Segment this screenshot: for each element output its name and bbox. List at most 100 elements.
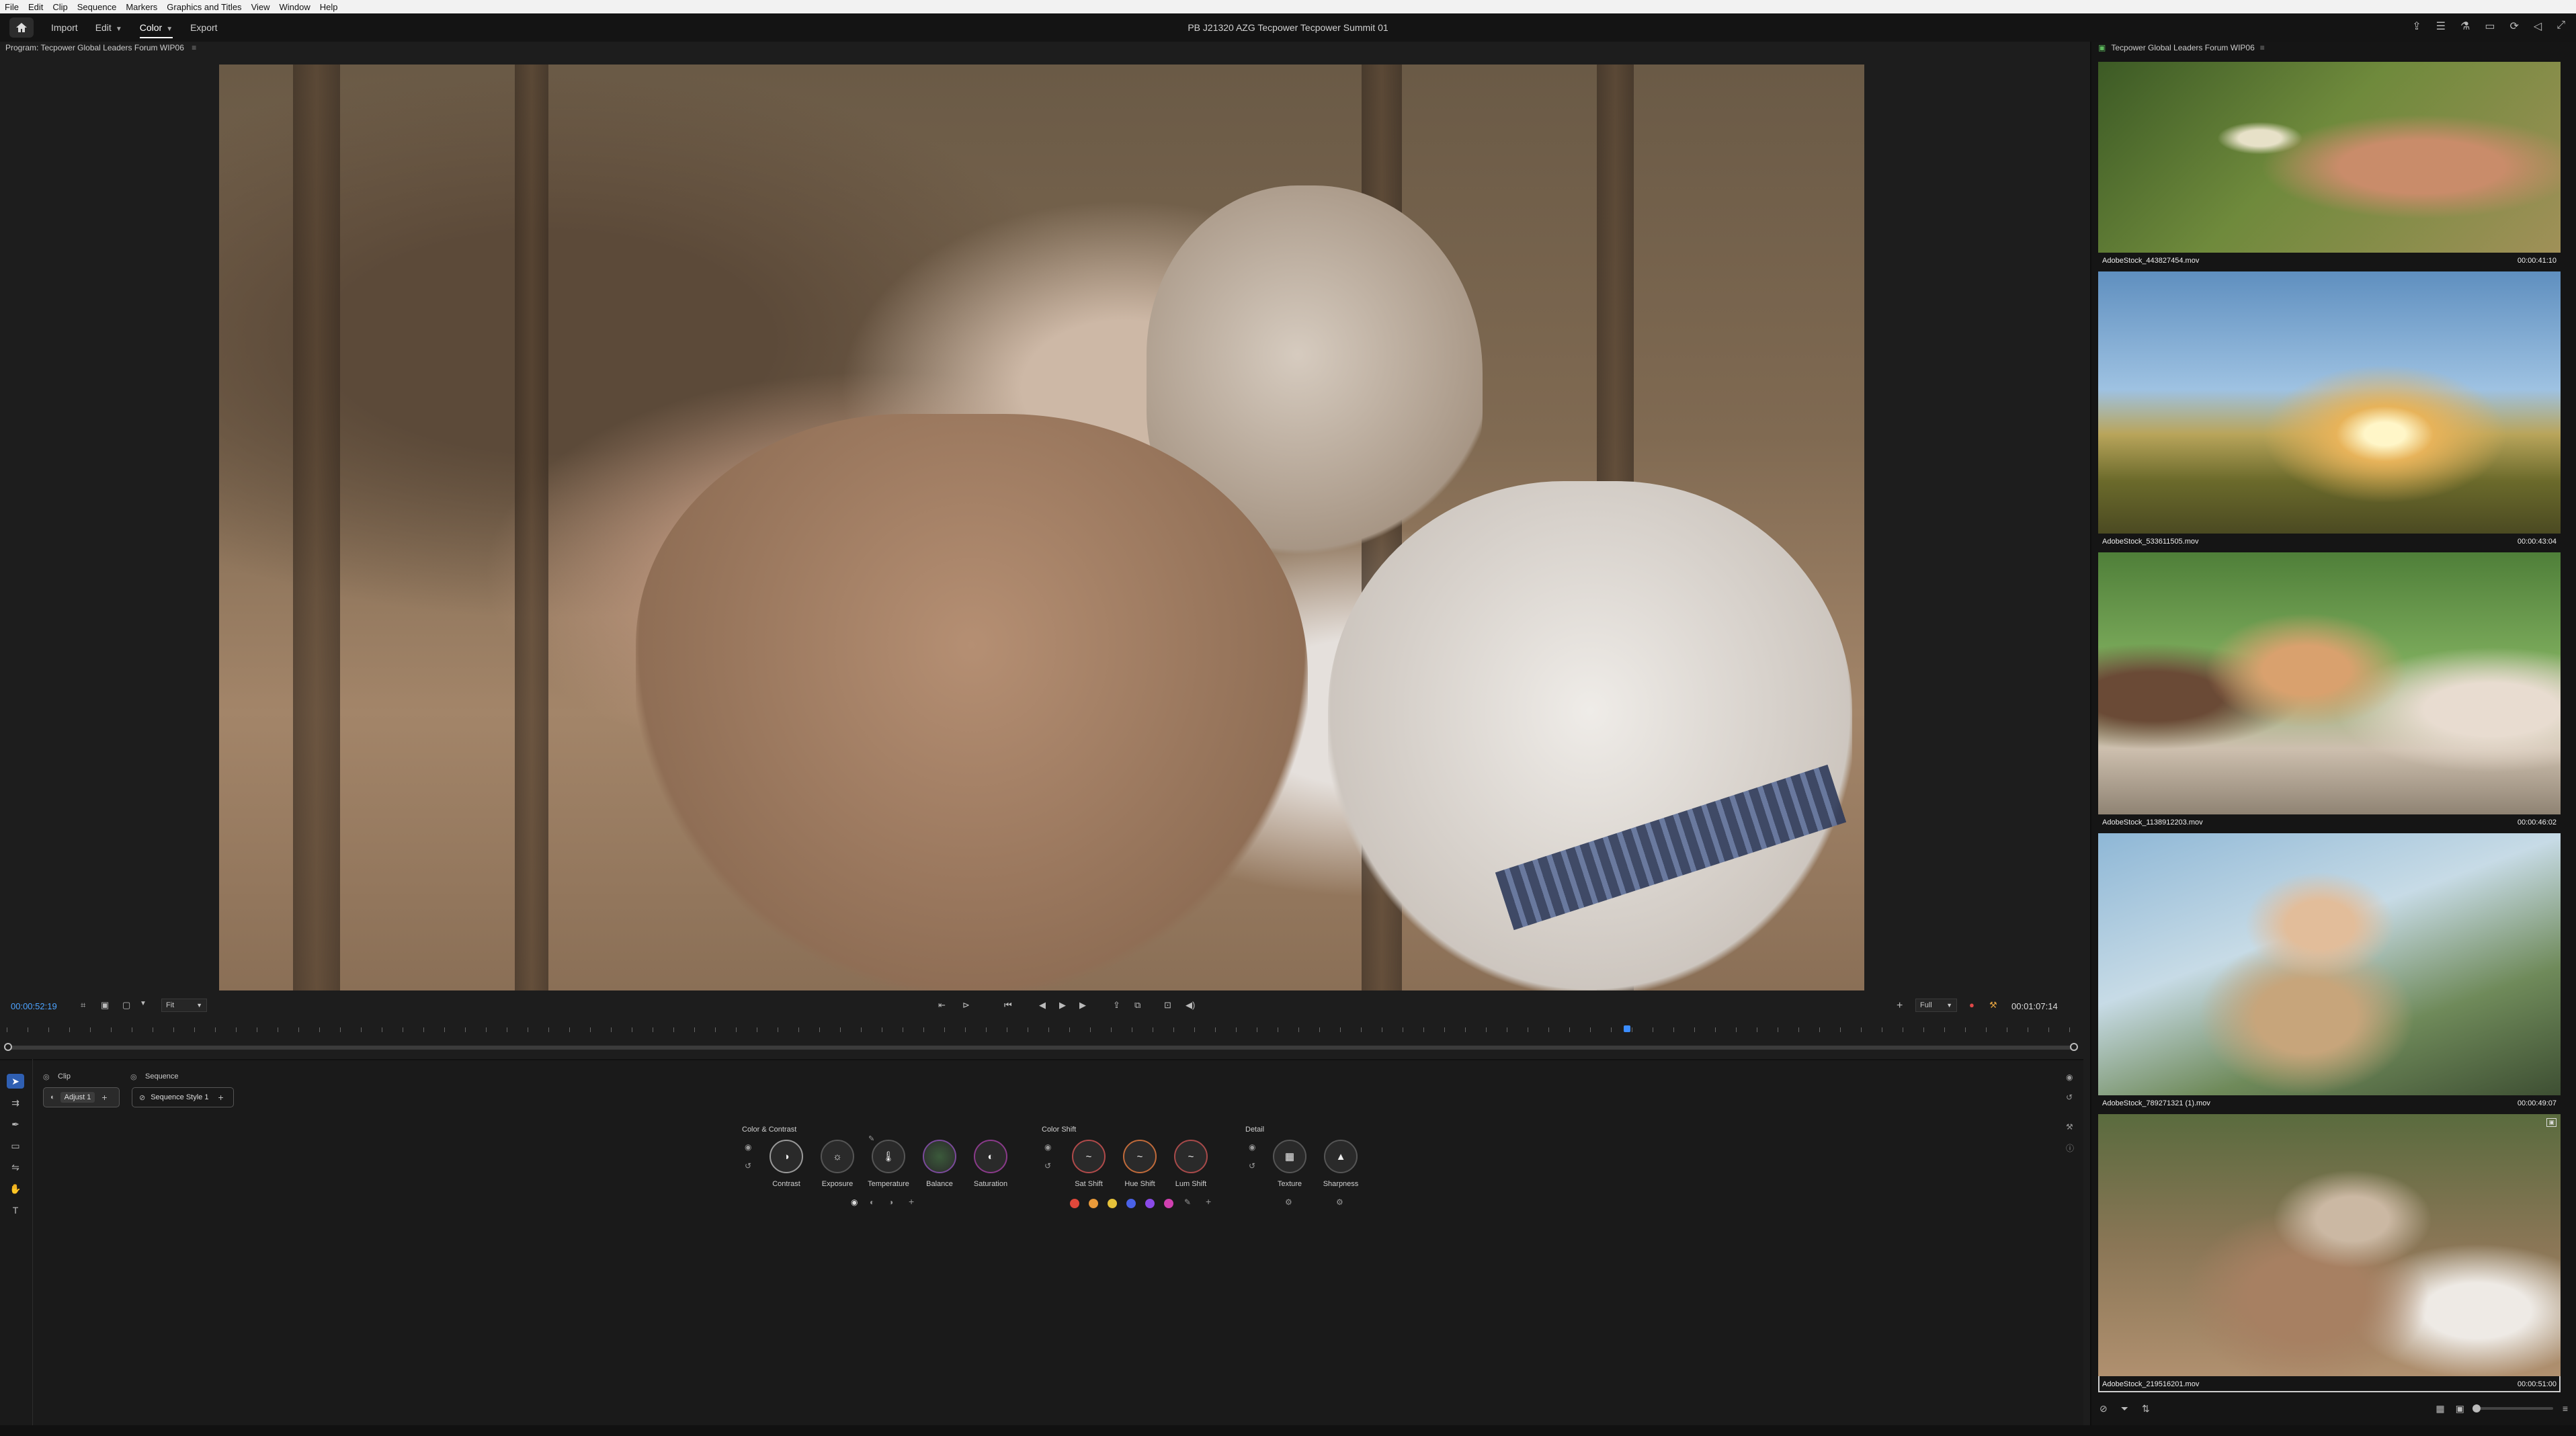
workspace-import[interactable]: Import [51,22,78,33]
add-style-icon[interactable]: + [218,1092,223,1103]
midtones-icon[interactable]: ◐ [870,1197,874,1207]
share-icon[interactable]: ⇪ [2412,19,2421,33]
thumbnail-size-slider[interactable] [2472,1404,2553,1412]
sequence-tab-icon[interactable]: ◎ [130,1072,137,1081]
eyedropper-icon[interactable]: ✎ [868,1134,874,1143]
lum-shift-dial[interactable]: ~ [1174,1140,1208,1173]
chevron-down-icon[interactable]: ▼ [140,1000,147,1007]
color-display-icon[interactable]: ● [1969,1000,1975,1010]
scroll-start-handle[interactable] [4,1043,12,1051]
clip-tab-icon[interactable]: ◎ [43,1072,50,1081]
swatch-magenta[interactable] [1164,1199,1173,1208]
sharpness-dial[interactable]: ▲ [1324,1140,1358,1173]
swatch-blue[interactable] [1126,1199,1136,1208]
visibility-icon[interactable]: ◉ [2066,1072,2073,1082]
visibility-toggle-icon[interactable]: ◉ [745,1142,751,1152]
swatch-orange[interactable] [1089,1199,1098,1208]
shadows-icon[interactable]: ◉ [851,1197,858,1207]
sat-shift-dial[interactable]: ~ [1072,1140,1106,1173]
slider-handle[interactable] [2472,1404,2481,1412]
texture-dial[interactable]: ▦ [1273,1140,1306,1173]
tab-clip[interactable]: Clip [58,1072,71,1081]
playhead-marker[interactable] [1624,1025,1631,1032]
tab-sequence[interactable]: Sequence [145,1072,179,1081]
visibility-toggle-icon[interactable]: ◉ [1249,1142,1255,1152]
add-button-icon[interactable]: + [1897,1000,1903,1012]
visibility-toggle-icon[interactable]: ◉ [1044,1142,1051,1152]
overwrite-icon[interactable]: ⧉ [1134,1000,1140,1011]
workspace-color[interactable]: Color ▼ [139,22,173,38]
toggle-icon[interactable]: ◐ [50,1093,55,1101]
hand-tool-icon[interactable]: ✋ [7,1181,24,1196]
quick-export-icon[interactable]: ⟳ [2509,19,2518,33]
eyedropper-icon[interactable]: ✎ [1184,1197,1191,1207]
track-select-tool-icon[interactable]: ⇉ [7,1095,24,1110]
workspace-edit[interactable]: Edit ▼ [95,22,122,33]
snapshot-icon[interactable]: ▣ [101,1000,109,1011]
time-ruler[interactable] [7,1023,2080,1032]
program-monitor-tab[interactable]: Program: Tecpower Global Leaders Forum W… [5,42,196,54]
slip-tool-icon[interactable]: ⇋ [7,1160,24,1175]
clip-thumbnail[interactable]: AdobeStock_533611505.mov 00:00:43:04 [2098,271,2561,550]
menu-view[interactable]: View [247,2,275,12]
play-icon[interactable]: ▶ [1059,1000,1066,1011]
learn-icon[interactable]: ⚗ [2460,19,2470,33]
panel-menu-icon[interactable]: ≡ [2563,1403,2568,1414]
clip-thumbnail[interactable]: AdobeStock_789271321 (1).mov 00:00:49:07 [2098,833,2561,1111]
scroll-end-handle[interactable] [2070,1043,2078,1051]
clip-thumbnail[interactable]: AdobeStock_443827454.mov 00:00:41:10 [2098,62,2561,269]
wrench-icon[interactable]: ⚒ [1989,1000,1997,1011]
info-icon[interactable]: ⓘ [2066,1142,2074,1154]
comment-icon[interactable]: ▭ [2485,19,2495,33]
export-frame-icon[interactable]: ⊡ [1164,1000,1171,1011]
safe-margins-icon[interactable]: ⌗ [81,1000,85,1011]
selection-tool-icon[interactable]: ➤ [7,1074,24,1089]
menu-markers[interactable]: Markers [121,2,162,12]
reset-icon[interactable]: ↺ [745,1161,751,1171]
mark-in-icon[interactable]: ⇤ [938,1000,946,1011]
thumbnail-view-icon[interactable]: ▣ [2456,1403,2464,1414]
step-forward-icon[interactable]: ▶ [1079,1000,1086,1011]
menu-clip[interactable]: Clip [48,2,72,12]
home-button[interactable] [9,17,34,38]
saturation-dial[interactable]: ◐ [974,1140,1007,1173]
menu-file[interactable]: File [0,2,24,12]
menu-graphics-and-titles[interactable]: Graphics and Titles [162,2,246,12]
swatch-purple[interactable] [1145,1199,1155,1208]
reset-icon[interactable]: ↺ [1044,1161,1051,1171]
wrench-icon[interactable]: ⚒ [2066,1122,2073,1132]
reset-all-icon[interactable]: ↺ [2066,1093,2073,1102]
add-range-icon[interactable]: + [909,1196,914,1207]
list-icon[interactable]: ☰ [2436,19,2446,33]
crop-icon[interactable]: ▢ [122,1000,130,1011]
balance-dial[interactable] [923,1140,956,1173]
current-timecode[interactable]: 00:00:52:19 [11,1001,57,1011]
rectangle-tool-icon[interactable]: ▭ [7,1138,24,1153]
workspace-export[interactable]: Export [190,22,217,33]
highlights-icon[interactable]: ◑ [888,1197,893,1207]
hue-shift-dial[interactable]: ~ [1123,1140,1157,1173]
pen-tool-icon[interactable]: ✒ [7,1117,24,1132]
insert-icon[interactable]: ⇪ [1113,1000,1120,1011]
panel-menu-icon[interactable]: ≡ [2260,42,2265,54]
grid-view-icon[interactable]: ▦ [2436,1403,2444,1414]
go-to-in-icon[interactable]: ⏮ [1004,1000,1012,1011]
sharpness-settings-icon[interactable]: ⚙ [1336,1197,1343,1207]
exposure-dial[interactable]: ☼ [821,1140,854,1173]
program-video-frame[interactable] [219,65,1864,990]
volume-icon[interactable]: ◁ [2534,19,2542,33]
new-bin-icon[interactable]: ⊘ [2100,1403,2108,1414]
bin-tab[interactable]: ▣ Tecpower Global Leaders Forum WIP06 ≡ [2098,42,2265,54]
type-tool-icon[interactable]: T [7,1203,24,1218]
menu-window[interactable]: Window [275,2,315,12]
sort-icon[interactable]: ⇅ [2142,1403,2150,1414]
contrast-dial[interactable]: ◑ [770,1140,803,1173]
reset-icon[interactable]: ↺ [1249,1161,1255,1171]
playback-quality-dropdown[interactable]: Full ▼ [1915,999,1957,1012]
filter-icon[interactable]: ⏷ [2121,1403,2128,1414]
mark-out-icon[interactable]: ⊳ [962,1000,970,1011]
audio-icon[interactable]: ◀) [1186,1000,1195,1011]
adjust-layer-pill[interactable]: ◐ Adjust 1 + [43,1087,120,1107]
temperature-dial[interactable]: 🌡 [872,1140,905,1173]
swatch-yellow[interactable] [1108,1199,1117,1208]
